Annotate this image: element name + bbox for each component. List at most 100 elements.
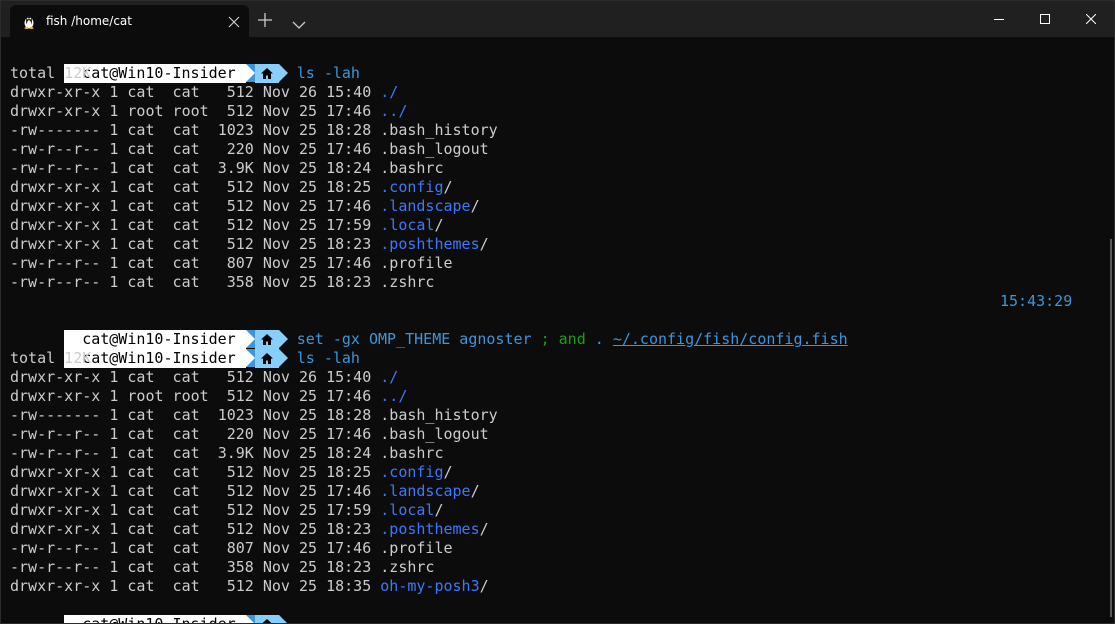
listing-row: -rw-r--r-- 1 cat cat 807 Nov 25 17:46 .p… [10, 254, 453, 273]
file-meta: -rw------- 1 cat cat 1023 Nov 25 18:28 [10, 121, 381, 139]
listing-row: drwxr-xr-x 1 cat cat 512 Nov 25 18:25 .c… [10, 463, 453, 482]
file-meta: -rw-r--r-- 1 cat cat 807 Nov 25 17:46 [10, 539, 381, 557]
listing-row: drwxr-xr-x 1 cat cat 512 Nov 25 17:59 .l… [10, 216, 443, 235]
file-meta: drwxr-xr-x 1 cat cat 512 Nov 25 17:46 [10, 482, 381, 500]
source-dot: . [594, 330, 604, 348]
dir-suffix: / [470, 197, 480, 215]
file-meta: -rw-r--r-- 1 cat cat 220 Nov 25 17:46 [10, 140, 381, 158]
file-name: oh-my-posh3 [380, 577, 480, 595]
prompt-user: cat@Win10-Insider [64, 349, 246, 368]
prompt-end-arrow [278, 615, 288, 623]
close-tab-icon[interactable] [227, 14, 241, 28]
prompt-line: cat@Win10-Insider ls -lah [10, 45, 360, 83]
file-name: .poshthemes [380, 235, 480, 253]
chevron-down-icon[interactable] [292, 15, 306, 29]
listing-row: -rw------- 1 cat cat 1023 Nov 25 18:28 .… [10, 406, 498, 425]
file-meta: -rw-r--r-- 1 cat cat 358 Nov 25 18:23 [10, 558, 381, 576]
home-icon [260, 68, 273, 79]
maximize-button[interactable] [1022, 1, 1068, 37]
config-path: ~/.config/fish/config.fish [612, 330, 848, 348]
file-meta: drwxr-xr-x 1 root root 512 Nov 25 17:46 [10, 387, 381, 405]
listing-row: drwxr-xr-x 1 root root 512 Nov 25 17:46 … [10, 387, 407, 406]
title-bar[interactable]: fish /home/cat [1, 1, 1114, 37]
listing-row: drwxr-xr-x 1 cat cat 512 Nov 25 18:25 .c… [10, 178, 453, 197]
listing-row: drwxr-xr-x 1 cat cat 512 Nov 25 18:23 .p… [10, 235, 489, 254]
listing-row: -rw-r--r-- 1 cat cat 3.9K Nov 25 18:24 .… [10, 159, 443, 178]
prompt: cat@Win10-Insider [64, 349, 288, 368]
dir-suffix: / [434, 216, 444, 234]
file-meta: drwxr-xr-x 1 cat cat 512 Nov 25 18:25 [10, 463, 381, 481]
file-meta: -rw-r--r-- 1 cat cat 358 Nov 25 18:23 [10, 273, 381, 291]
close-icon [1086, 14, 1096, 24]
file-name: .profile [380, 539, 453, 557]
listing-row: -rw-r--r-- 1 cat cat 220 Nov 25 17:46 .b… [10, 140, 489, 159]
listing-row: -rw-r--r-- 1 cat cat 358 Nov 25 18:23 .z… [10, 273, 434, 292]
file-meta: drwxr-xr-x 1 root root 512 Nov 25 17:46 [10, 102, 381, 120]
timestamp: 15:43:29 [1000, 292, 1073, 310]
listing-row: -rw-r--r-- 1 cat cat 807 Nov 25 17:46 .p… [10, 539, 453, 558]
dir-suffix: / [479, 520, 489, 538]
close-window-button[interactable] [1068, 1, 1114, 37]
prompt-user: cat@Win10-Insider [64, 615, 246, 623]
terminal-output[interactable]: cat@Win10-Insider ls -lah total 12K drwx… [1, 37, 1114, 623]
listing-row: -rw-r--r-- 1 cat cat 358 Nov 25 18:23 .z… [10, 558, 434, 577]
semicolon-operator: ; [540, 330, 550, 348]
file-name: .poshthemes [380, 520, 480, 538]
maximize-icon [1040, 14, 1050, 24]
file-meta: drwxr-xr-x 1 cat cat 512 Nov 26 15:40 [10, 368, 381, 386]
minimize-button[interactable] [976, 1, 1022, 37]
file-meta: drwxr-xr-x 1 cat cat 512 Nov 25 17:46 [10, 197, 381, 215]
file-meta: -rw-r--r-- 1 cat cat 3.9K Nov 25 18:24 [10, 444, 381, 462]
prompt-line: cat@Win10-Insider ls -lah [10, 330, 360, 368]
listing-row: -rw-r--r-- 1 cat cat 3.9K Nov 25 18:24 .… [10, 444, 443, 463]
output-total: total 12K [10, 349, 92, 367]
file-meta: drwxr-xr-x 1 cat cat 512 Nov 25 18:25 [10, 178, 381, 196]
listing-row: drwxr-xr-x 1 cat cat 512 Nov 25 17:59 .l… [10, 501, 443, 520]
file-name: .profile [380, 254, 453, 272]
file-name: .zshrc [380, 273, 435, 291]
file-name: .bashrc [380, 159, 444, 177]
listing-row: drwxr-xr-x 1 cat cat 512 Nov 25 18:23 .p… [10, 520, 489, 539]
file-name: .bashrc [380, 444, 444, 462]
listing-row: -rw-r--r-- 1 cat cat 220 Nov 25 17:46 .b… [10, 425, 489, 444]
listing-row: -rw------- 1 cat cat 1023 Nov 25 18:28 .… [10, 121, 498, 140]
output-total: total 12K [10, 64, 92, 82]
file-meta: -rw-r--r-- 1 cat cat 220 Nov 25 17:46 [10, 425, 381, 443]
prompt-separator [245, 64, 255, 82]
file-meta: drwxr-xr-x 1 cat cat 512 Nov 25 17:59 [10, 501, 381, 519]
prompt-home-segment [254, 349, 279, 368]
file-meta: -rw-r--r-- 1 cat cat 3.9K Nov 25 18:24 [10, 159, 381, 177]
prompt-line: cat@Win10-Insider set -gx OMP_THEME agno… [10, 311, 848, 349]
listing-row: drwxr-xr-x 1 cat cat 512 Nov 26 15:40 ./ [10, 368, 398, 387]
tab-title: fish /home/cat [46, 14, 132, 28]
scrollbar[interactable] [1110, 239, 1112, 617]
tab-fish[interactable]: fish /home/cat [10, 5, 249, 37]
file-name: .bash_history [380, 406, 498, 424]
file-name: .config [380, 178, 444, 196]
file-name: ./ [380, 83, 399, 101]
prompt: cat@Win10-Insider [64, 64, 288, 83]
listing-row: drwxr-xr-x 1 cat cat 512 Nov 25 18:35 oh… [10, 577, 489, 596]
prompt-home-segment [254, 64, 279, 83]
home-icon [260, 353, 273, 364]
file-meta: drwxr-xr-x 1 cat cat 512 Nov 25 18:23 [10, 235, 381, 253]
listing-row: drwxr-xr-x 1 cat cat 512 Nov 26 15:40 ./ [10, 83, 398, 102]
dir-suffix: / [470, 482, 480, 500]
file-meta: -rw------- 1 cat cat 1023 Nov 25 18:28 [10, 406, 381, 424]
new-tab-icon[interactable] [258, 12, 272, 27]
minimize-icon [994, 19, 1004, 20]
prompt-end-arrow [278, 64, 288, 82]
command-text: ls -lah [296, 64, 360, 82]
file-meta: drwxr-xr-x 1 cat cat 512 Nov 26 15:40 [10, 83, 381, 101]
prompt-separator [245, 349, 255, 367]
file-name: .landscape [380, 482, 471, 500]
dir-suffix: / [479, 577, 489, 595]
file-name: .zshrc [380, 558, 435, 576]
terminal-window: fish /home/cat cat@Win10-Insider ls -lah… [0, 0, 1115, 624]
listing-row: drwxr-xr-x 1 root root 512 Nov 25 17:46 … [10, 102, 407, 121]
prompt-line[interactable]: cat@Win10-Insider [10, 596, 288, 623]
prompt-user: cat@Win10-Insider [64, 64, 246, 83]
prompt-separator [245, 615, 255, 623]
linux-penguin-icon [22, 14, 36, 29]
file-meta: drwxr-xr-x 1 cat cat 512 Nov 25 17:59 [10, 216, 381, 234]
